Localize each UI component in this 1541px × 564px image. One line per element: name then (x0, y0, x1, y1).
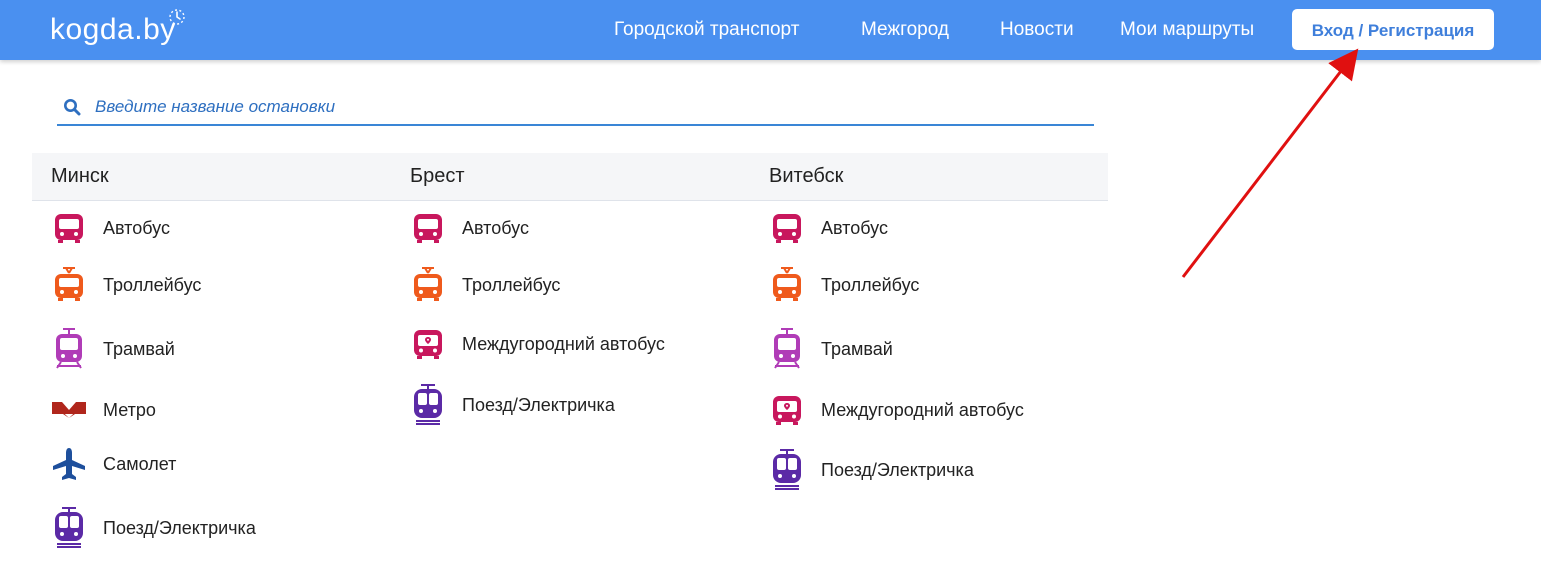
train-icon (51, 507, 87, 548)
train-icon (410, 384, 446, 425)
transport-link-vitebsk-5[interactable]: Поезд/Электричка (769, 449, 974, 490)
transport-label: Автобус (821, 217, 888, 238)
transport-label: Междугородний автобус (462, 333, 665, 354)
airplane-icon (51, 446, 87, 482)
transport-link-vitebsk-3[interactable]: Трамвай (769, 328, 893, 369)
transport-label: Трамвай (103, 338, 175, 359)
transport-link-brest-2[interactable]: Троллейбус (410, 267, 560, 303)
bus-icon (410, 210, 446, 246)
transport-label: Троллейбус (462, 274, 561, 295)
transport-label: Автобус (462, 217, 529, 238)
transport-link-vitebsk-1[interactable]: Автобус (769, 210, 888, 246)
nav-my-routes[interactable]: Мои маршруты (1120, 0, 1254, 60)
transport-label: Метро (103, 399, 156, 420)
tram-icon (51, 328, 87, 369)
bus-icon (51, 210, 87, 246)
transport-link-minsk-4[interactable]: Метро (51, 392, 156, 428)
tram-icon (769, 328, 805, 369)
bus-icon (769, 210, 805, 246)
transport-label: Трамвай (821, 338, 893, 359)
metro-icon (51, 392, 87, 428)
transport-link-minsk-2[interactable]: Троллейбус (51, 267, 201, 303)
trolleybus-icon (51, 267, 87, 303)
transport-link-minsk-5[interactable]: Самолет (51, 446, 176, 482)
city-vitebsk-title[interactable]: Витебск (769, 153, 843, 200)
transport-link-brest-1[interactable]: Автобус (410, 210, 529, 246)
transport-link-brest-3[interactable]: Междугородний автобус (410, 326, 665, 362)
transport-label: Самолет (103, 453, 177, 474)
trolleybus-icon (769, 267, 805, 303)
transport-label: Троллейбус (821, 274, 920, 295)
clock-icon (169, 9, 185, 25)
transport-label: Поезд/Электричка (821, 459, 974, 480)
cities-header: Минск Брест Витебск (32, 153, 1108, 201)
nav-city-transport[interactable]: Городской транспорт (614, 0, 799, 60)
transport-link-vitebsk-4[interactable]: Междугородний автобус (769, 392, 1024, 428)
nav-news[interactable]: Новости (1000, 0, 1074, 60)
top-navigation-bar: kogda.by Городской транспорт Межгород Но… (0, 0, 1541, 60)
transport-label: Поезд/Электричка (103, 517, 256, 538)
train-icon (769, 449, 805, 490)
transport-link-vitebsk-2[interactable]: Троллейбус (769, 267, 919, 303)
logo-text: kogda.by (50, 13, 176, 46)
nav-intercity[interactable]: Межгород (861, 0, 949, 60)
stop-search (57, 88, 1094, 126)
transport-label: Автобус (103, 217, 170, 238)
logo[interactable]: kogda.by (50, 9, 185, 48)
transport-link-brest-4[interactable]: Поезд/Электричка (410, 384, 615, 425)
login-register-button[interactable]: Вход / Регистрация (1292, 9, 1494, 50)
transport-label: Троллейбус (103, 274, 202, 295)
intercity-bus-icon (769, 392, 805, 428)
transport-link-minsk-6[interactable]: Поезд/Электричка (51, 507, 256, 548)
city-brest-title[interactable]: Брест (410, 153, 465, 200)
transport-label: Поезд/Электричка (462, 394, 615, 415)
transport-link-minsk-1[interactable]: Автобус (51, 210, 170, 246)
search-input[interactable] (93, 92, 1077, 122)
transport-link-minsk-3[interactable]: Трамвай (51, 328, 175, 369)
search-icon (64, 99, 81, 116)
trolleybus-icon (410, 267, 446, 303)
intercity-bus-icon (410, 326, 446, 362)
transport-label: Междугородний автобус (821, 399, 1024, 420)
city-minsk-title[interactable]: Минск (51, 153, 109, 200)
